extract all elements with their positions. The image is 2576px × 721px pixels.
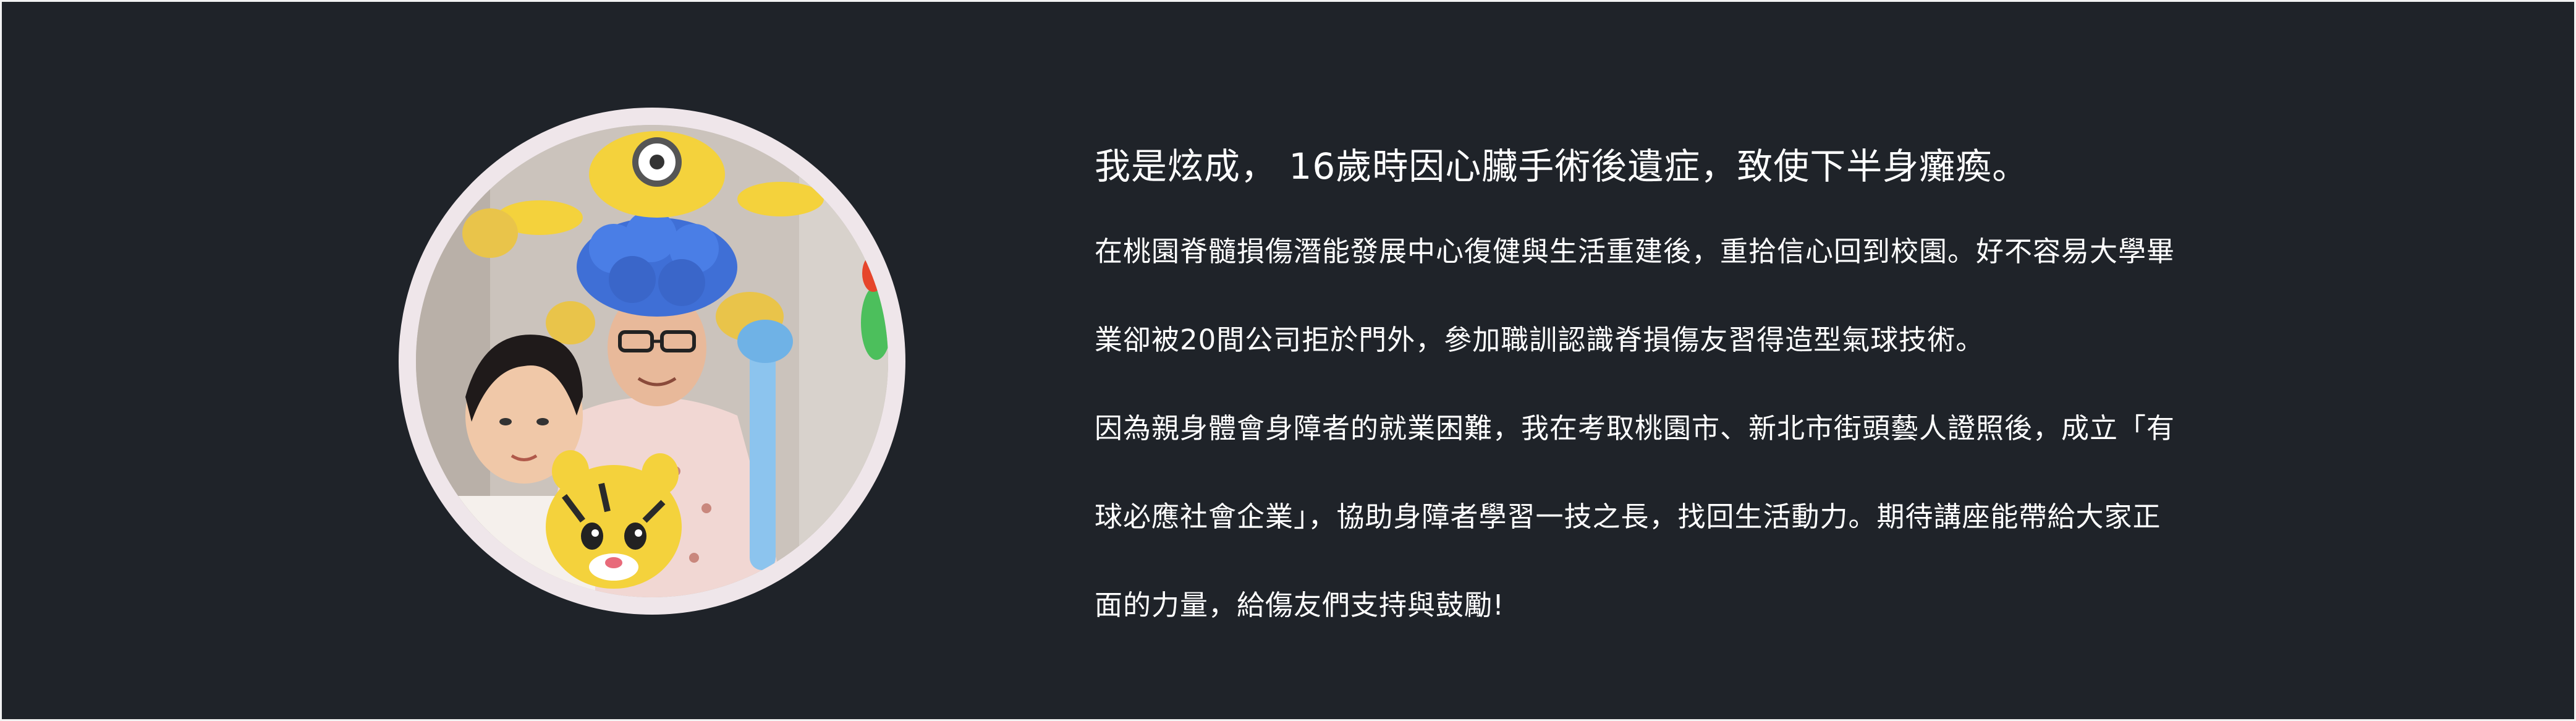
bio-paragraph-line: 在桃園脊髓損傷潛能發展中心復健與生活重建後，重拾信心回到校園。好不容易大學畢 <box>1095 235 2176 268</box>
portrait-frame <box>399 108 905 615</box>
intro-panel: 我是炫成， 16歲時因心臟手術後遺症，致使下半身癱瘓。 在桃園脊髓損傷潛能發展中… <box>0 0 2576 721</box>
bio-text: 我是炫成， 16歲時因心臟手術後遺症，致使下半身癱瘓。 在桃園脊髓損傷潛能發展中… <box>1095 126 2380 649</box>
portrait-photo <box>416 125 888 597</box>
portrait-photo-illustration <box>416 125 888 597</box>
bio-headline: 我是炫成， 16歲時因心臟手術後遺症，致使下半身癱瘓。 <box>1095 145 2029 187</box>
bio-paragraph-line: 業卻被20間公司拒於門外，參加職訓認識脊損傷友習得造型氣球技術。 <box>1095 323 1985 356</box>
bio-paragraph-line: 球必應社會企業」，協助身障者學習一技之長，找回生活動力。期待講座能帶給大家正 <box>1095 500 2161 533</box>
bio-paragraph-line: 面的力量，給傷友們支持與鼓勵! <box>1095 589 1505 621</box>
bio-paragraph-line: 因為親身體會身障者的就業困難，我在考取桃園市、新北市街頭藝人證照後，成立「有 <box>1095 412 2176 445</box>
